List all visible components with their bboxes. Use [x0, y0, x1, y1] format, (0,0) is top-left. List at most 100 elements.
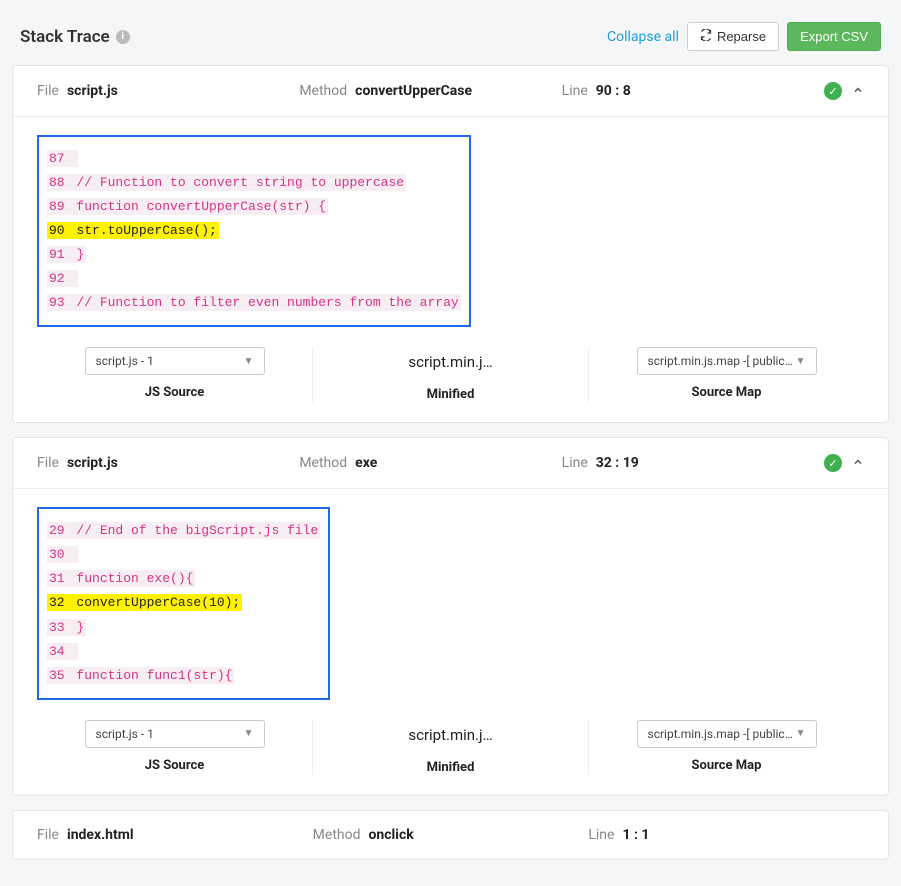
line-text: } — [67, 619, 87, 636]
js-source-select-value: script.js - 1 — [96, 354, 154, 368]
code-line: 34 — [47, 640, 320, 664]
code-line: 90 str.toUpperCase(); — [47, 219, 461, 243]
method-value: exe — [355, 455, 377, 471]
line-number: 91 — [47, 246, 67, 263]
chevron-up-icon[interactable] — [852, 84, 864, 99]
chevron-down-icon: ▼ — [244, 728, 254, 739]
info-icon[interactable]: i — [116, 30, 130, 44]
line-text: str.toUpperCase(); — [67, 222, 219, 239]
line-text: function convertUpperCase(str) { — [67, 198, 328, 215]
method-value: convertUpperCase — [355, 83, 472, 99]
chevron-down-icon: ▼ — [796, 356, 806, 367]
code-line: 30 — [47, 543, 320, 567]
line-value: 32 : 19 — [596, 455, 639, 471]
line-text: // Function to filter even numbers from … — [67, 294, 461, 311]
js-source-label: JS Source — [145, 758, 205, 773]
code-line: 91 } — [47, 243, 461, 267]
source-map-label: Source Map — [692, 758, 762, 773]
check-icon: ✓ — [824, 454, 842, 472]
line-number: 30 — [47, 546, 67, 563]
line-number: 88 — [47, 174, 67, 191]
page-title: Stack Trace — [20, 27, 110, 47]
line-text: } — [67, 246, 87, 263]
code-line: 87 — [47, 147, 461, 171]
stack-frame: File index.html Method onclick Line 1 : … — [12, 810, 889, 860]
line-text — [67, 150, 79, 167]
method-label: Method — [299, 455, 347, 471]
code-line: 93 // Function to filter even numbers fr… — [47, 291, 461, 315]
method-value: onclick — [369, 827, 414, 843]
line-number: 33 — [47, 619, 67, 636]
source-map-select[interactable]: script.min.js.map -[ public… ▼ — [637, 720, 817, 748]
stack-frame: File script.js Method exe Line 32 : 19 ✓… — [12, 437, 889, 795]
refresh-icon — [700, 29, 712, 44]
file-value: script.js — [67, 83, 118, 99]
picker-row: script.js - 1 ▼ JS Source script.min.j… … — [13, 331, 888, 422]
line-value: 90 : 8 — [596, 83, 631, 99]
line-number: 35 — [47, 667, 67, 684]
collapse-all-link[interactable]: Collapse all — [607, 29, 679, 45]
file-value: script.js — [67, 455, 118, 471]
code-block: 87 88 // Function to convert string to u… — [37, 135, 471, 327]
file-label: File — [37, 827, 59, 843]
line-text — [67, 643, 79, 660]
file-label: File — [37, 83, 59, 99]
line-number: 90 — [47, 222, 67, 239]
method-label: Method — [313, 827, 361, 843]
source-map-label: Source Map — [692, 385, 762, 400]
line-number: 89 — [47, 198, 67, 215]
chevron-down-icon: ▼ — [796, 728, 806, 739]
js-source-label: JS Source — [145, 385, 205, 400]
code-line: 92 — [47, 267, 461, 291]
code-line: 88 // Function to convert string to uppe… — [47, 171, 461, 195]
frame-header[interactable]: File index.html Method onclick Line 1 : … — [13, 811, 888, 859]
page-header: Stack Trace i Collapse all Reparse Expor… — [12, 12, 889, 65]
reparse-button[interactable]: Reparse — [687, 22, 779, 51]
source-map-select-value: script.min.js.map -[ public… — [648, 354, 793, 368]
line-number: 31 — [47, 570, 67, 587]
chevron-up-icon[interactable] — [852, 456, 864, 471]
line-number: 93 — [47, 294, 67, 311]
line-text — [67, 270, 79, 287]
minified-label: Minified — [427, 760, 475, 775]
chevron-down-icon: ▼ — [244, 356, 254, 367]
source-map-select-value: script.min.js.map -[ public… — [648, 727, 793, 741]
code-line: 33 } — [47, 616, 320, 640]
line-label: Line — [588, 827, 614, 843]
code-line: 89 function convertUpperCase(str) { — [47, 195, 461, 219]
code-line: 35 function func1(str){ — [47, 664, 320, 688]
line-number: 87 — [47, 150, 67, 167]
line-text: convertUpperCase(10); — [67, 594, 243, 611]
file-value: index.html — [67, 827, 134, 843]
frame-header[interactable]: File script.js Method convertUpperCase L… — [13, 66, 888, 117]
method-label: Method — [299, 83, 347, 99]
js-source-select[interactable]: script.js - 1 ▼ — [85, 720, 265, 748]
stack-frame: File script.js Method convertUpperCase L… — [12, 65, 889, 423]
export-csv-button[interactable]: Export CSV — [787, 22, 881, 51]
js-source-select[interactable]: script.js - 1 ▼ — [85, 347, 265, 375]
line-value: 1 : 1 — [622, 827, 649, 843]
line-label: Line — [562, 83, 588, 99]
frame-header[interactable]: File script.js Method exe Line 32 : 19 ✓ — [13, 438, 888, 489]
line-text: // Function to convert string to upperca… — [67, 174, 406, 191]
check-icon: ✓ — [824, 82, 842, 100]
line-number: 32 — [47, 594, 67, 611]
code-line: 31 function exe(){ — [47, 567, 320, 591]
picker-row: script.js - 1 ▼ JS Source script.min.j… … — [13, 704, 888, 795]
line-text: function exe(){ — [67, 570, 196, 587]
line-text — [67, 546, 79, 563]
code-line: 32 convertUpperCase(10); — [47, 591, 320, 615]
js-source-select-value: script.js - 1 — [96, 727, 154, 741]
minified-label: Minified — [427, 387, 475, 402]
code-line: 29 // End of the bigScript.js file — [47, 519, 320, 543]
line-label: Line — [562, 455, 588, 471]
line-number: 92 — [47, 270, 67, 287]
line-text: function func1(str){ — [67, 667, 235, 684]
line-number: 29 — [47, 522, 67, 539]
source-map-select[interactable]: script.min.js.map -[ public… ▼ — [637, 347, 817, 375]
line-number: 34 — [47, 643, 67, 660]
code-block: 29 // End of the bigScript.js file30 31 … — [37, 507, 330, 699]
file-label: File — [37, 455, 59, 471]
minified-value: script.min.j… — [408, 720, 492, 750]
line-text: // End of the bigScript.js file — [67, 522, 321, 539]
